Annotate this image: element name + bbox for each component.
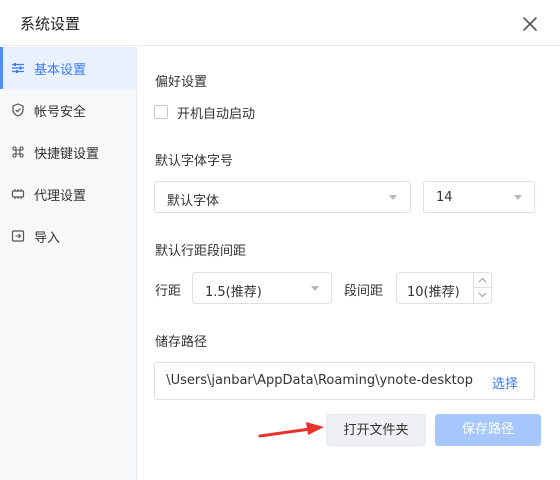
paragraph-spacing-label: 段间距 xyxy=(344,284,384,299)
preferences-heading: 偏好设置 xyxy=(155,75,208,90)
close-icon xyxy=(523,17,537,31)
chevron-down-icon xyxy=(389,195,397,200)
open-folder-button[interactable]: 打开文件夹 xyxy=(326,414,426,446)
chevron-down-icon xyxy=(311,286,319,291)
chevron-down-icon xyxy=(514,195,522,200)
storage-path-value: C:\Users\janbar\AppData\Roaming\ynote-de… xyxy=(165,373,473,388)
command-icon xyxy=(11,145,25,159)
settings-content: 偏好设置 开机自动启动 默认字体字号 默认字体 14 默认行距段间距 行距 1.… xyxy=(137,47,560,480)
sidebar-item-label: 代理设置 xyxy=(34,189,87,204)
chevron-down-icon xyxy=(478,292,487,298)
increment-button[interactable] xyxy=(474,273,491,288)
chevron-up-icon xyxy=(478,277,487,283)
title-bar: 系统设置 xyxy=(0,0,560,46)
sidebar-item-basic-settings[interactable]: 基本设置 xyxy=(0,47,136,89)
sliders-icon xyxy=(11,61,25,75)
shield-icon xyxy=(11,103,25,117)
save-path-button[interactable]: 保存路径 xyxy=(435,414,541,446)
sidebar-item-label: 快捷键设置 xyxy=(34,147,100,162)
paragraph-spacing-value[interactable]: 10(推荐) xyxy=(407,281,460,300)
line-spacing-value: 1.5(推荐) xyxy=(205,285,262,300)
sidebar-item-label: 帐号安全 xyxy=(34,105,87,120)
font-size-select[interactable]: 14 xyxy=(423,181,535,213)
proxy-icon xyxy=(11,187,25,201)
decrement-button[interactable] xyxy=(474,288,491,303)
spacing-heading: 默认行距段间距 xyxy=(155,244,247,259)
autostart-label[interactable]: 开机自动启动 xyxy=(177,103,255,122)
storage-heading: 储存路径 xyxy=(155,335,208,350)
storage-path-field[interactable]: C:\Users\janbar\AppData\Roaming\ynote-de… xyxy=(154,362,535,400)
paragraph-spacing-stepper[interactable]: 10(推荐) xyxy=(396,272,492,304)
stepper-buttons xyxy=(473,273,491,303)
line-spacing-label: 行距 xyxy=(155,284,182,299)
dialog-title: 系统设置 xyxy=(20,15,81,33)
close-button[interactable] xyxy=(516,10,544,38)
font-family-select[interactable]: 默认字体 xyxy=(154,181,411,213)
settings-dialog: 系统设置 基本设置 帐号安全 快捷键设置 代理设置 导入 偏好设置 开机自动启动… xyxy=(0,0,560,480)
sidebar-item-account-security[interactable]: 帐号安全 xyxy=(0,89,136,131)
line-spacing-select[interactable]: 1.5(推荐) xyxy=(192,272,332,304)
import-icon xyxy=(11,229,25,243)
autostart-checkbox[interactable] xyxy=(154,105,168,119)
sidebar-item-shortcuts[interactable]: 快捷键设置 xyxy=(0,131,136,173)
sidebar-item-label: 导入 xyxy=(34,231,61,246)
sidebar-item-proxy[interactable]: 代理设置 xyxy=(0,173,136,215)
sidebar-item-import[interactable]: 导入 xyxy=(0,215,136,257)
choose-path-link[interactable]: 选择 xyxy=(492,373,518,392)
font-family-value: 默认字体 xyxy=(167,194,220,209)
sidebar-item-label: 基本设置 xyxy=(34,63,87,78)
sidebar: 基本设置 帐号安全 快捷键设置 代理设置 导入 xyxy=(0,47,137,480)
font-heading: 默认字体字号 xyxy=(155,154,234,169)
font-size-value: 14 xyxy=(436,190,453,205)
